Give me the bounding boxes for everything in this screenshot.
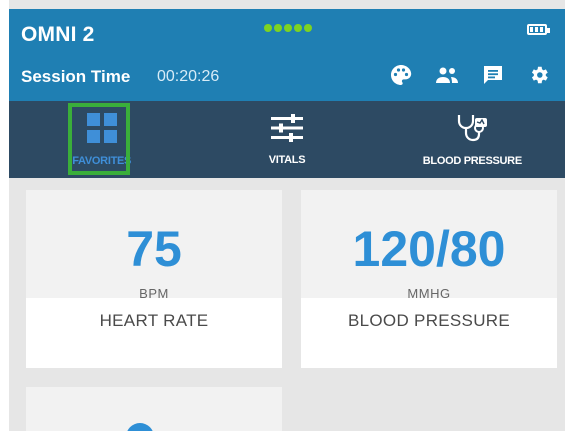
palette-icon[interactable] <box>387 61 415 89</box>
blood-pressure-unit: MMHG <box>407 286 451 301</box>
app-header: OMNI 2 Session Time 00:20:26 <box>9 9 565 101</box>
heart-rate-value: 75 <box>126 221 182 277</box>
blood-pressure-label: BLOOD PRESSURE <box>348 311 510 330</box>
signal-indicator-icon <box>264 24 312 32</box>
notes-icon[interactable] <box>479 61 507 89</box>
tab-vitals[interactable]: VITALS <box>194 101 379 178</box>
partial-value-glyph <box>126 423 154 431</box>
heart-rate-label: HEART RATE <box>99 311 209 330</box>
favorites-selection-highlight <box>68 103 130 175</box>
sliders-icon <box>270 113 304 148</box>
third-vital-card[interactable] <box>26 387 282 431</box>
session-time-label: Session Time <box>21 67 131 86</box>
app-title: OMNI 2 <box>21 23 95 46</box>
left-edge <box>0 0 9 431</box>
settings-gear-icon[interactable] <box>525 61 553 89</box>
stethoscope-icon <box>455 112 489 149</box>
heart-rate-unit: BPM <box>139 286 169 301</box>
session-time-value: 00:20:26 <box>157 68 220 85</box>
battery-icon <box>527 24 550 35</box>
heart-rate-card[interactable]: 75 BPM HEART RATE <box>26 190 282 368</box>
tab-blood-pressure-label: BLOOD PRESSURE <box>422 155 522 167</box>
tab-blood-pressure[interactable]: BLOOD PRESSURE <box>380 101 565 178</box>
blood-pressure-card[interactable]: 120/80 MMHG BLOOD PRESSURE <box>301 190 557 368</box>
users-icon[interactable] <box>433 61 461 89</box>
tab-vitals-label: VITALS <box>268 154 306 166</box>
blood-pressure-value: 120/80 <box>352 221 506 277</box>
app-frame: OMNI 2 Session Time 00:20:26 FAVORITES V… <box>0 0 565 431</box>
